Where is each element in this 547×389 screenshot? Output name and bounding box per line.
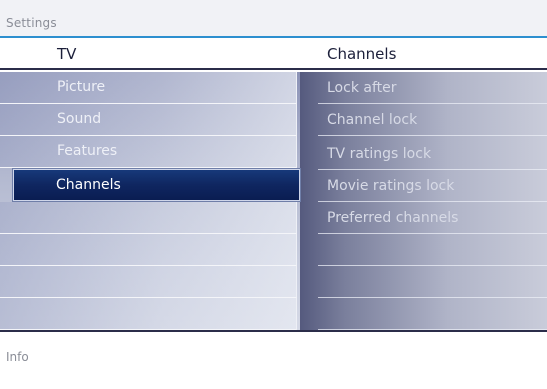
submenu-item-empty: [318, 234, 547, 266]
main-menu: Picture Sound Features Channels: [0, 72, 301, 330]
breadcrumb: Settings: [6, 16, 57, 30]
submenu-item-preferred-channels[interactable]: Preferred channels: [318, 202, 547, 234]
submenu-item-lock-after[interactable]: Lock after: [318, 72, 547, 104]
info-bar: Info: [0, 330, 547, 389]
submenu-item-label: Channel lock: [327, 112, 418, 128]
submenu-item-label: TV ratings lock: [327, 146, 432, 162]
menu-item-features[interactable]: Features: [0, 136, 297, 168]
submenu-item-label: Movie ratings lock: [327, 178, 455, 194]
menu-item-sound[interactable]: Sound: [0, 104, 297, 136]
submenu-panel: Lock after Channel lock TV ratings lock …: [300, 72, 547, 330]
submenu-item-label: Preferred channels: [327, 210, 459, 226]
submenu-item-empty: [318, 298, 547, 330]
submenu-item-tv-ratings-lock[interactable]: TV ratings lock: [318, 138, 547, 170]
menu-item-label: Sound: [57, 111, 102, 127]
menu-item-empty: [0, 266, 297, 298]
menu-item-label: Picture: [57, 79, 106, 95]
header-row: TV Channels: [0, 40, 547, 70]
submenu-title: Channels: [327, 45, 397, 63]
info-label: Info: [6, 350, 29, 364]
menu-item-picture[interactable]: Picture: [0, 72, 297, 104]
submenu-item-movie-ratings-lock[interactable]: Movie ratings lock: [318, 170, 547, 202]
menu-item-label: Channels: [56, 177, 121, 193]
submenu-item-empty: [318, 266, 547, 298]
menu-item-empty: [0, 298, 297, 330]
submenu-item-label: Lock after: [327, 80, 397, 96]
submenu-item-channel-lock[interactable]: Channel lock: [318, 104, 547, 136]
menu-item-channels[interactable]: Channels: [12, 168, 301, 202]
menu-item-empty: [0, 202, 297, 234]
menu-item-empty: [0, 234, 297, 266]
menu-item-label: Features: [57, 143, 118, 159]
menu-title: TV: [57, 45, 77, 63]
top-bar: Settings: [0, 0, 547, 38]
